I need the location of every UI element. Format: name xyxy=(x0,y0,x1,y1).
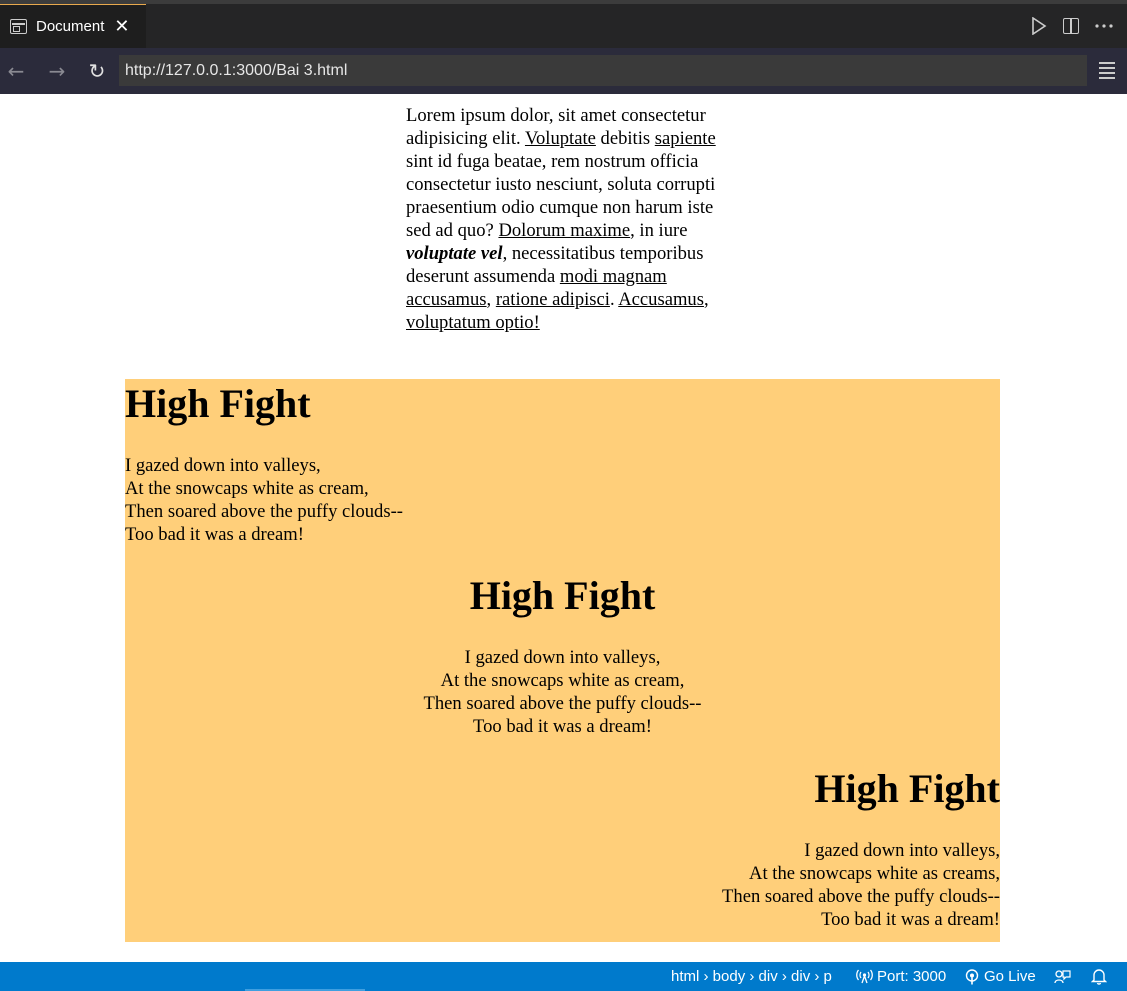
split-editor-icon[interactable] xyxy=(1063,18,1079,34)
poem-line: Too bad it was a dream! xyxy=(821,909,1000,930)
broadcast-icon xyxy=(856,969,873,984)
poem-line: At the snowcaps white as creams, xyxy=(749,863,1000,884)
poem-container: High Fight I gazed down into valleys, At… xyxy=(125,379,1000,942)
tab-bar: Document ✕ xyxy=(0,4,1127,48)
poem-center: High Fight I gazed down into valleys, At… xyxy=(125,571,1000,738)
status-bar: html › body › div › div › p Port: 3000 G… xyxy=(0,962,1127,991)
tab-title: Document xyxy=(36,18,105,35)
close-tab-icon[interactable]: ✕ xyxy=(114,17,129,36)
url-input[interactable]: http://127.0.0.1:3000/Bai 3.html xyxy=(119,55,1087,86)
poem-line: Too bad it was a dream! xyxy=(473,716,652,737)
text: , xyxy=(703,289,709,310)
tab-document[interactable]: Document ✕ xyxy=(0,4,146,48)
live-antenna-icon xyxy=(965,968,979,984)
poem-line: Too bad it was a dream! xyxy=(125,524,304,545)
link[interactable]: Accusamus xyxy=(618,289,704,310)
poem-title: High Fight xyxy=(469,573,656,618)
go-live-button[interactable]: Go Live xyxy=(964,962,1036,991)
link[interactable]: sapiente xyxy=(655,128,716,149)
text: . xyxy=(609,289,619,310)
poem-title: High Fight xyxy=(125,381,311,426)
text: , xyxy=(486,289,496,310)
browser-preview-icon xyxy=(10,19,27,34)
run-icon[interactable] xyxy=(1031,17,1047,35)
menu-icon[interactable] xyxy=(1099,62,1115,79)
poem-right: High Fight I gazed down into valleys, At… xyxy=(125,764,1000,931)
forward-arrow-icon[interactable]: → xyxy=(42,56,72,86)
poem-text: I gazed down into valleys, At the snowca… xyxy=(125,454,1000,546)
poem-line: At the snowcaps white as cream, xyxy=(125,478,369,499)
emphasis-text: voluptate vel xyxy=(406,243,503,264)
editor-actions xyxy=(1031,4,1113,48)
reload-icon[interactable]: ↻ xyxy=(82,56,112,86)
lorem-paragraph: Lorem ipsum dolor, sit amet consectetur … xyxy=(406,104,716,334)
poem-line: I gazed down into valleys, xyxy=(125,455,321,476)
poem-text: I gazed down into valleys, At the snowca… xyxy=(125,839,1000,931)
page-viewport: Lorem ipsum dolor, sit amet consectetur … xyxy=(0,94,1127,962)
link[interactable]: Voluptate xyxy=(525,128,596,149)
poem-line: Then soared above the puffy clouds-- xyxy=(423,693,702,714)
poem-title: High Fight xyxy=(814,766,1000,811)
text: , in iure xyxy=(630,220,688,241)
poem-line: I gazed down into valleys, xyxy=(804,840,1000,861)
poem-line: I gazed down into valleys, xyxy=(464,647,661,668)
poem-line: At the snowcaps white as cream, xyxy=(440,670,685,691)
more-actions-icon[interactable] xyxy=(1095,23,1113,29)
breadcrumb[interactable]: html › body › div › div › p xyxy=(671,962,832,991)
poem-left: High Fight I gazed down into valleys, At… xyxy=(125,379,1000,546)
notifications-bell-icon[interactable] xyxy=(1091,962,1107,991)
back-arrow-icon[interactable]: ← xyxy=(1,56,31,86)
link[interactable]: ratione adipisci xyxy=(496,289,610,310)
feedback-icon[interactable] xyxy=(1054,962,1071,991)
go-live-label: Go Live xyxy=(984,968,1036,985)
link[interactable]: Dolorum maxime xyxy=(498,220,630,241)
poem-line: Then soared above the puffy clouds-- xyxy=(722,886,1000,907)
link[interactable]: voluptatum optio! xyxy=(406,312,540,333)
port-status[interactable]: Port: 3000 xyxy=(856,962,946,991)
poem-text: I gazed down into valleys, At the snowca… xyxy=(125,646,1000,738)
port-label: Port: 3000 xyxy=(877,968,947,985)
text: debitis xyxy=(595,128,655,149)
browser-nav-bar: ← → ↻ http://127.0.0.1:3000/Bai 3.html xyxy=(0,48,1127,94)
poem-line: Then soared above the puffy clouds-- xyxy=(125,501,403,522)
